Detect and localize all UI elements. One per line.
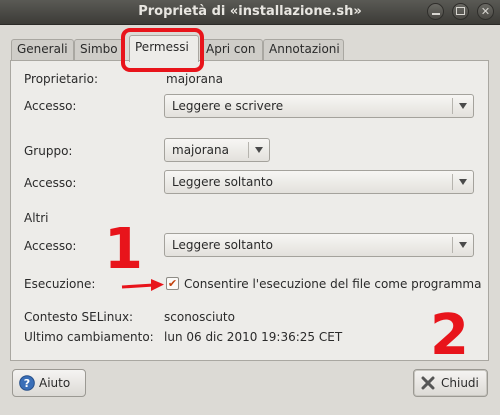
owner-access-label: Accesso: (24, 99, 77, 113)
highlight-rectangle (121, 28, 204, 72)
chevron-down-icon (459, 179, 467, 185)
close-button[interactable]: Chiudi (413, 369, 488, 397)
owner-value: majorana (166, 72, 223, 86)
close-icon: ✕ (480, 5, 491, 18)
others-access-label: Accesso: (24, 239, 77, 253)
annotation-number-1: 1 (104, 217, 143, 282)
window-close-button[interactable]: ✕ (477, 3, 494, 20)
group-label: Gruppo: (24, 144, 73, 158)
properties-dialog: Proprietà di «installazione.sh» ✕ Genera… (0, 0, 500, 415)
minimize-button[interactable] (427, 3, 444, 20)
exec-checkbox[interactable]: ✔ (166, 277, 179, 290)
combo-separator (452, 98, 453, 114)
tab-label: Simbo (80, 42, 118, 56)
owner-access-value: Leggere e scrivere (172, 99, 284, 113)
combo-separator (248, 142, 249, 158)
modified-value: lun 06 dic 2010 19:36:25 CET (164, 330, 343, 344)
annotation-arrow-icon (121, 279, 164, 291)
chevron-down-icon (459, 103, 467, 109)
owner-access-select[interactable]: Leggere e scrivere (164, 94, 474, 118)
tab-label: Apri con (206, 42, 256, 56)
tab-simbolo[interactable]: Simbo (74, 39, 124, 60)
group-access-value: Leggere soltanto (172, 175, 273, 189)
tab-label: Annotazioni (269, 42, 340, 56)
title-bar[interactable]: Proprietà di «installazione.sh» ✕ (0, 0, 500, 25)
exec-checkbox-label[interactable]: Consentire l'esecuzione del file come pr… (184, 277, 481, 291)
owner-label: Proprietario: (24, 72, 99, 86)
combo-separator (452, 237, 453, 253)
help-button[interactable]: ? Aiuto (12, 369, 86, 397)
tab-label: Generali (17, 42, 68, 56)
minimize-icon (431, 13, 440, 15)
chevron-down-icon (255, 147, 263, 153)
others-access-select[interactable]: Leggere soltanto (164, 233, 474, 257)
close-button-label: Chiudi (441, 376, 479, 390)
tab-generali[interactable]: Generali (11, 39, 74, 60)
exec-label: Esecuzione: (24, 277, 96, 291)
selinux-value: sconosciuto (164, 310, 235, 324)
close-x-icon (421, 376, 435, 390)
help-button-label: Aiuto (39, 376, 71, 390)
group-value: majorana (172, 143, 229, 157)
modified-label: Ultimo cambiamento: (24, 330, 154, 344)
tab-annotazioni[interactable]: Annotazioni (263, 39, 344, 60)
combo-separator (452, 174, 453, 190)
tab-apri-con[interactable]: Apri con (200, 39, 263, 60)
group-select[interactable]: majorana (164, 138, 270, 162)
maximize-icon (456, 7, 465, 15)
others-label: Altri (24, 211, 49, 225)
others-access-value: Leggere soltanto (172, 238, 273, 252)
svg-text:?: ? (24, 377, 30, 390)
window-title: Proprietà di «installazione.sh» (138, 4, 362, 19)
group-access-select[interactable]: Leggere soltanto (164, 170, 474, 194)
help-icon: ? (19, 375, 35, 391)
selinux-label: Contesto SELinux: (24, 310, 134, 324)
chevron-down-icon (459, 242, 467, 248)
group-access-label: Accesso: (24, 176, 77, 190)
checkmark-icon: ✔ (167, 277, 178, 290)
annotation-number-2: 2 (430, 303, 469, 368)
maximize-button[interactable] (452, 3, 469, 20)
